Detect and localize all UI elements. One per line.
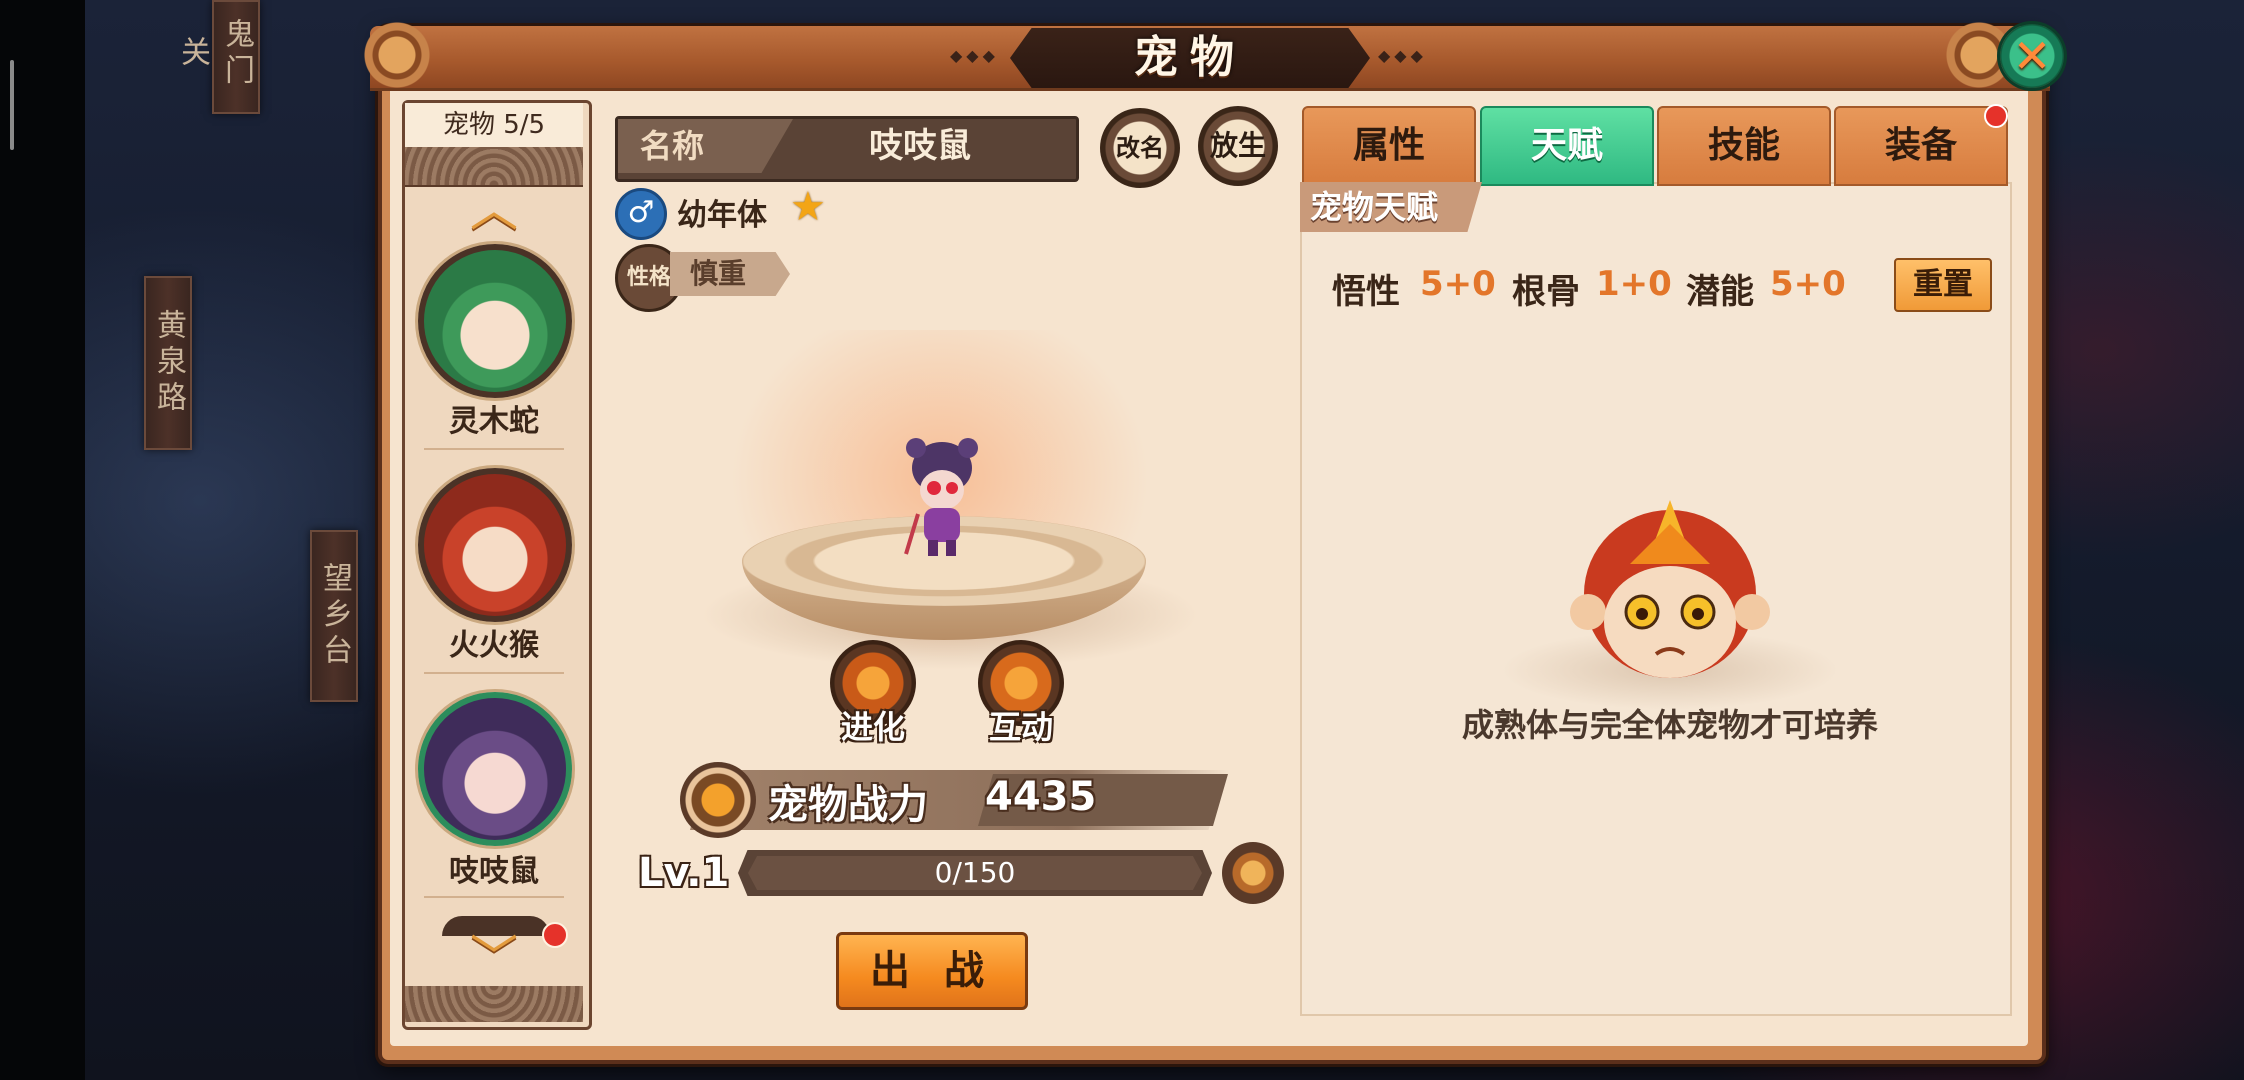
power-label: 宠物战力 (768, 782, 928, 828)
stat-value-potential: 5+0 (1770, 264, 1846, 304)
corner-ornament-left (362, 20, 432, 90)
power-value: 4435 (985, 774, 1097, 820)
nature-value: 慎重 (670, 252, 790, 296)
section-title: 宠物天赋 (1300, 182, 1482, 232)
release-button[interactable]: 放生 (1198, 106, 1278, 186)
level-up-button[interactable] (1222, 842, 1284, 904)
rename-button[interactable]: 改名 (1100, 108, 1180, 188)
map-sign-yellow-spring-road: 黄泉路 (144, 276, 192, 450)
power-shield-icon (680, 762, 756, 838)
pet-name-mouse: 吱吱鼠 (449, 854, 539, 889)
training-notice: 成熟体与完全体宠物才可培养 (1461, 706, 1878, 744)
star-icon: ★ (790, 184, 826, 230)
name-label: 名称 (640, 127, 705, 165)
pet-level: Lv.1 (638, 850, 730, 896)
interact-label: 互动 (988, 708, 1053, 746)
pet-sprite-mouse[interactable] (898, 434, 986, 560)
tab-equipment[interactable]: 装备 (1834, 106, 2008, 186)
map-sign-home-terrace: 望乡台 (310, 530, 358, 702)
tab-talent[interactable]: 天赋 (1480, 106, 1654, 186)
close-icon: ✕ (2012, 29, 2052, 83)
tab-attributes[interactable]: 属性 (1302, 106, 1476, 186)
pet-name-snake: 灵木蛇 (449, 404, 539, 439)
reset-button[interactable]: 重置 (1894, 258, 1992, 312)
deploy-button[interactable]: 出 战 (836, 932, 1028, 1010)
screen-edge-bar (0, 0, 85, 1080)
pet-name-monkey: 火火猴 (449, 628, 539, 663)
list-divider (424, 896, 564, 898)
list-footer-ornament (405, 986, 583, 1022)
list-header-ornament (405, 147, 583, 187)
stat-label-constitution: 根骨 (1512, 272, 1580, 312)
scroll-up-arrow-icon[interactable]: ︿ (464, 186, 524, 234)
stat-value-constitution: 1+0 (1596, 264, 1672, 304)
list-divider (424, 448, 564, 450)
stat-label-potential: 潜能 (1686, 272, 1754, 312)
stat-value-comprehension: 5+0 (1420, 264, 1496, 304)
title-ornament-left: ◆◆◆ (950, 46, 999, 65)
window-title: 宠物 (1134, 32, 1246, 83)
xp-text: 0/150 (934, 856, 1016, 889)
map-sign-ghost-gate: 鬼门关 (175, 0, 260, 114)
male-gender-icon: ♂ (615, 188, 667, 240)
pet-avatar-monkey[interactable] (418, 468, 572, 622)
fire-monkey-mascot-icon (1570, 500, 1770, 678)
tab-skills[interactable]: 技能 (1657, 106, 1831, 186)
title-ornament-right: ◆◆◆ (1378, 46, 1427, 65)
list-divider (424, 672, 564, 674)
stat-label-comprehension: 悟性 (1332, 272, 1400, 312)
growth-stage: 幼年体 (677, 198, 767, 233)
evolve-label: 进化 (840, 708, 905, 746)
notification-dot (1984, 104, 2008, 128)
notification-dot (542, 922, 568, 948)
scroll-down-arrow-icon[interactable]: ﹀ (464, 934, 524, 982)
pet-count: 宠物 5/5 (405, 103, 583, 147)
pet-avatar-snake[interactable] (418, 244, 572, 398)
system-gesture-bar (10, 60, 14, 150)
pet-name-value: 吱吱鼠 (869, 126, 971, 166)
pet-avatar-mouse[interactable] (418, 692, 572, 846)
